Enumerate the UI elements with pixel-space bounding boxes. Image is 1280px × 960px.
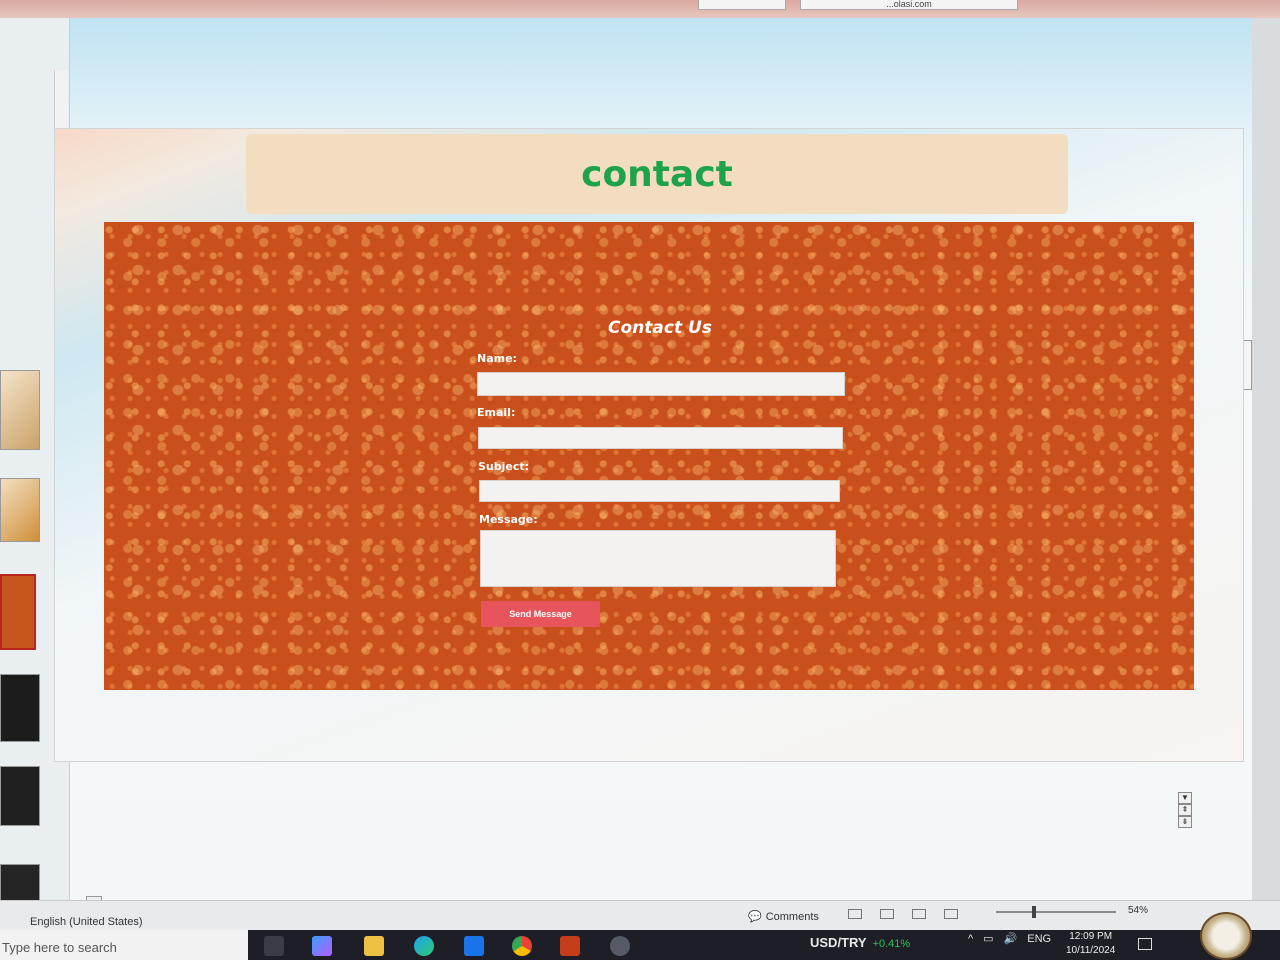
seal-logo [1200,912,1252,960]
normal-view-icon[interactable] [848,909,862,919]
slide-thumbnail-selected[interactable] [0,574,36,650]
send-message-button[interactable]: Send Message [481,601,600,627]
contact-form-panel [104,222,1194,690]
zoom-slider-knob[interactable] [1032,906,1036,918]
slide-thumbnail[interactable] [0,766,40,826]
next-slide-icon[interactable]: ⇟ [1178,816,1192,828]
view-buttons [848,909,958,919]
title-bar: contact [246,134,1068,214]
zoom-level[interactable]: 54% [1128,905,1148,916]
volume-icon[interactable]: 🔊 [1004,932,1018,945]
chrome-icon[interactable] [512,936,532,956]
taskbar: Type here to search USD/TRY +0.41% ^ ▭ 🔊 … [0,930,1280,960]
email-input[interactable] [478,427,843,449]
comments-label: Comments [765,910,819,923]
scroll-down-icon[interactable]: ▼ [1178,792,1192,804]
message-textarea[interactable] [480,530,836,587]
top-tab-1[interactable] [698,0,786,10]
comments-button[interactable]: 💬 Comments [748,910,819,924]
email-label: Email: [477,406,516,419]
copilot-icon[interactable] [312,936,332,956]
powerpoint-icon[interactable] [560,936,580,956]
clock-date: 10/11/2024 [1066,945,1116,956]
slide-thumbnail[interactable] [0,674,40,742]
message-label: Message: [479,513,538,526]
zoom-slider[interactable] [996,906,1116,918]
currency-ticker[interactable]: USD/TRY +0.41% [810,935,910,950]
vertical-scroll-controls: ▼ ⇞ ⇟ [1178,792,1194,832]
reading-view-icon[interactable] [912,909,926,919]
edge-icon[interactable] [414,936,434,956]
language-status[interactable]: English (United States) [30,916,143,928]
mail-icon[interactable] [464,936,484,956]
subject-input[interactable] [479,480,840,502]
right-edge [1252,18,1280,900]
clock[interactable]: 12:09 PM 10/11/2024 [1066,930,1115,958]
slideshow-icon[interactable] [944,909,958,919]
ticker-change: +0.41% [872,938,911,950]
form-heading: Contact Us [608,318,712,338]
chevron-up-icon[interactable]: ^ [968,933,973,945]
clock-time: 12:09 PM [1069,931,1113,942]
slide-thumbnail[interactable] [0,370,40,450]
comments-icon: 💬 [748,911,762,923]
network-icon[interactable]: ▭ [983,932,993,945]
previous-slide-icon[interactable]: ⇞ [1178,804,1192,816]
ticker-symbol: USD/TRY [810,935,867,950]
name-label: Name: [477,352,517,365]
slide-title: contact [581,153,733,195]
notification-icon[interactable] [1138,938,1152,950]
task-view-icon[interactable] [264,936,284,956]
settings-icon[interactable] [610,936,630,956]
taskbar-search-input[interactable]: Type here to search [0,930,248,960]
app-top-strip: ...olasi.com [0,0,1280,18]
input-language[interactable]: ENG [1027,933,1051,945]
file-explorer-icon[interactable] [364,936,384,956]
status-bar: English (United States) 💬 Comments 54% [0,900,1280,930]
top-tab-2[interactable]: ...olasi.com [800,0,1018,10]
slide-thumbnail[interactable] [0,478,40,542]
slide-sorter-icon[interactable] [880,909,894,919]
system-tray: ^ ▭ 🔊 ENG [968,932,1051,946]
subject-label: Subject: [478,460,530,473]
name-input[interactable] [477,372,845,396]
